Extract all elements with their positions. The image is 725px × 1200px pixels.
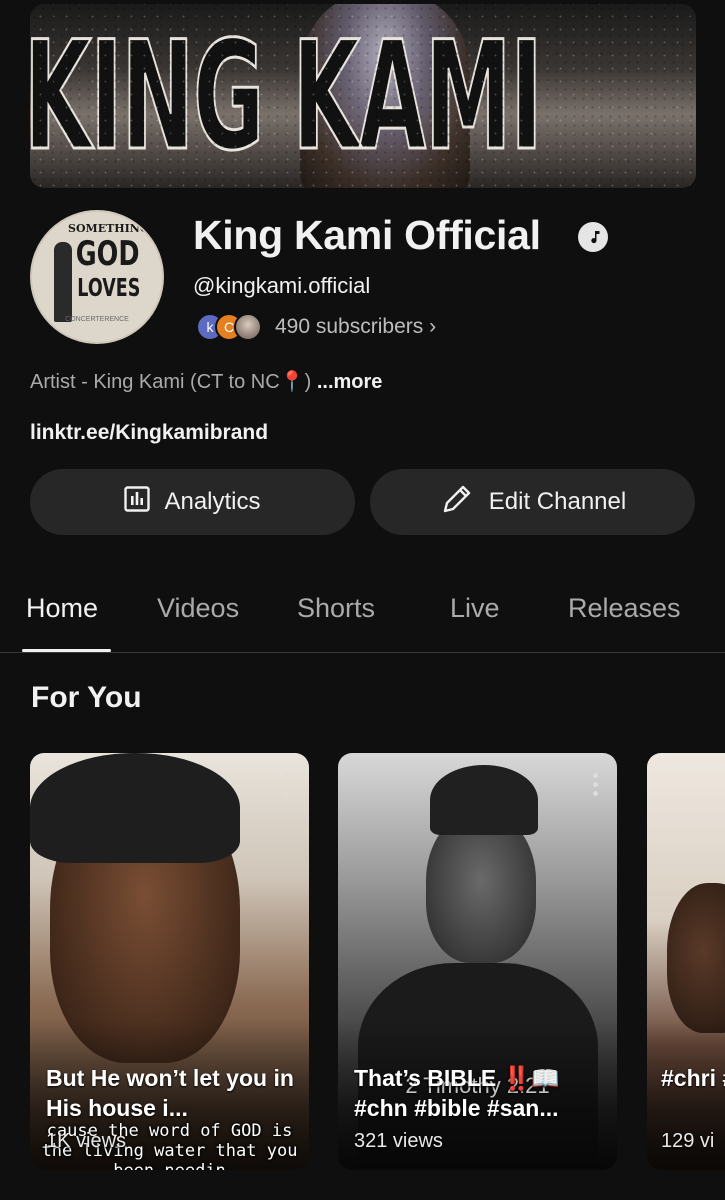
more-options-icon[interactable] [593,773,599,796]
analytics-button[interactable]: Analytics [30,469,355,535]
short-thumbnail [426,813,536,963]
short-card[interactable]: cause the word of GOD is the living wate… [30,753,309,1170]
subscriber-avatar [234,313,262,341]
banner-texture [30,4,696,188]
more-link[interactable]: ...more [317,371,383,393]
thumbnail-detail [430,765,538,835]
short-views: 1K views [46,1130,127,1152]
channel-link[interactable]: linktr.ee/Kingkamibrand [30,421,268,445]
chevron-right-icon: › [429,315,437,338]
tab-home[interactable]: Home [26,593,98,624]
thumbnail-detail [30,753,240,863]
analytics-chart-icon [124,485,151,519]
analytics-label: Analytics [164,488,261,515]
subscriber-count: 490 subscribers › [275,315,437,338]
location-pin-icon: 📍 [279,371,305,393]
short-title: #chri #new [661,1065,725,1091]
avatar-text-4: CONCERTERENCE [65,316,129,323]
channel-description[interactable]: Artist - King Kami (CT to NC📍) ...more [30,369,382,394]
channel-banner: KING KAMI [30,4,696,188]
pencil-icon [439,481,475,524]
tab-shorts[interactable]: Shorts [297,593,375,624]
channel-handle: @kingkami.official [193,273,371,298]
avatar-text-3: LOVES [77,273,141,302]
short-title: But He won’t let you in His house i... [46,1065,294,1121]
tab-live[interactable]: Live [450,593,500,624]
short-card[interactable]: #chri #new 129 vi [647,753,725,1170]
tab-videos[interactable]: Videos [157,593,239,624]
verified-music-icon [578,222,608,252]
short-thumbnail [667,883,725,1033]
short-views: 321 views [354,1130,443,1152]
subscribers-row[interactable]: k C 490 subscribers › [196,313,436,341]
more-options-icon[interactable] [285,773,291,796]
active-tab-indicator [22,649,111,652]
edit-channel-label: Edit Channel [488,488,627,515]
channel-name: King Kami Official [193,212,541,258]
short-card[interactable]: 2 Timothy 2:21 That’s BIBLE ‼️📖 #chn #bi… [338,753,617,1170]
avatar-text-2: GOD [75,234,140,274]
channel-tabs: Home Videos Shorts Live Releases [0,585,725,653]
section-title: For You [31,681,142,714]
edit-channel-button[interactable]: Edit Channel [370,469,695,535]
short-views: 129 vi [661,1130,715,1152]
channel-avatar[interactable]: SOMETHING GOD LOVES CONCERTERENCE [30,210,164,344]
short-title: That’s BIBLE ‼️📖 #chn #bible #san... [354,1065,560,1121]
tab-releases[interactable]: Releases [568,593,681,624]
avatar-poster: SOMETHING GOD LOVES [68,220,149,316]
